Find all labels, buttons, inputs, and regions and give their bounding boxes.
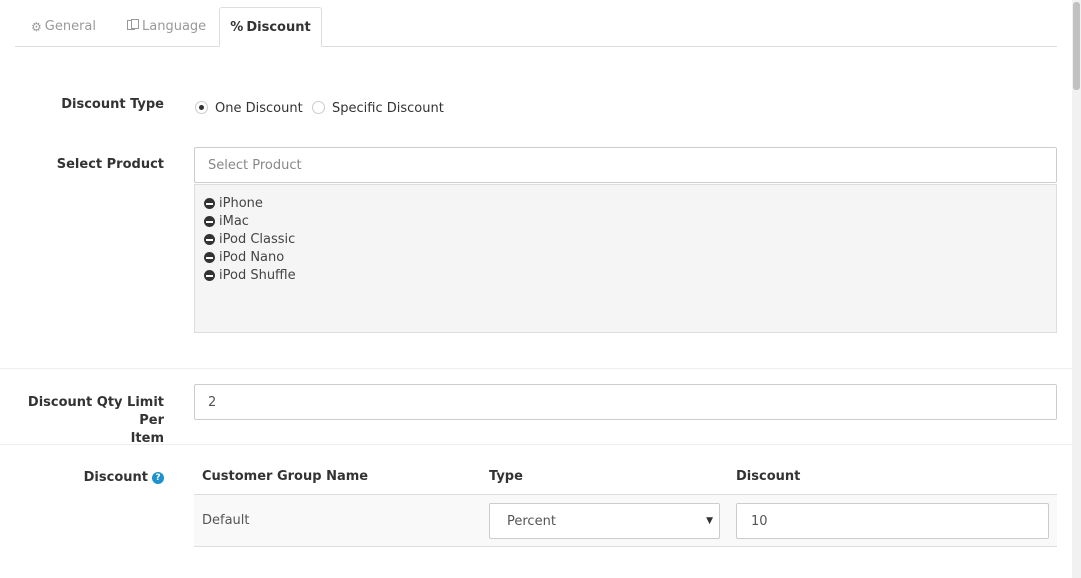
tab-language[interactable]: Language xyxy=(127,7,206,46)
discount-type-label: Discount Type xyxy=(61,97,164,112)
tab-discount[interactable]: % Discount xyxy=(219,7,322,47)
divider xyxy=(0,444,1072,445)
language-icon xyxy=(127,19,139,34)
tabs-divider xyxy=(15,46,1057,47)
tab-general-label: General xyxy=(44,19,96,34)
radio-button-checked[interactable] xyxy=(195,101,208,114)
product-name: iPhone xyxy=(219,195,263,211)
divider xyxy=(0,368,1072,369)
discount-label: Discount? xyxy=(20,470,164,485)
remove-icon[interactable] xyxy=(204,215,215,227)
tab-general[interactable]: ⚙ General xyxy=(31,7,96,46)
type-select-value: Percent xyxy=(507,513,556,529)
product-name: iPod Nano xyxy=(219,249,285,265)
chevron-down-icon: ▼ xyxy=(706,516,713,526)
radio-button[interactable] xyxy=(312,101,325,114)
radio-one-discount[interactable]: One Discount xyxy=(195,99,303,116)
list-item: iMac xyxy=(204,212,1047,230)
column-header-discount: Discount xyxy=(736,469,801,484)
gear-icon: ⚙ xyxy=(31,19,42,34)
tab-language-label: Language xyxy=(142,19,207,34)
qty-limit-input[interactable] xyxy=(194,384,1057,420)
qty-limit-label-line1: Discount Qty Limit Per xyxy=(27,395,164,428)
discount-label-text: Discount xyxy=(83,470,148,485)
list-item: iPod Shuffle xyxy=(204,266,1047,284)
percent-icon: % xyxy=(230,19,244,35)
product-name: iPod Shuffle xyxy=(219,267,296,283)
radio-one-discount-label: One Discount xyxy=(215,101,303,116)
qty-limit-label-line2: Item xyxy=(130,431,164,446)
list-item: iPod Classic xyxy=(204,230,1047,248)
product-name: iPod Classic xyxy=(219,231,296,247)
remove-icon[interactable] xyxy=(204,197,215,209)
type-select[interactable]: Percent ▼ xyxy=(489,503,720,539)
tab-discount-label: Discount xyxy=(246,19,311,35)
remove-icon[interactable] xyxy=(204,251,215,263)
remove-icon[interactable] xyxy=(204,233,215,245)
customer-group-cell: Default xyxy=(202,513,250,528)
selected-products-list: iPhone iMac iPod Classic iPod Nano iPod … xyxy=(194,184,1057,333)
list-item: iPod Nano xyxy=(204,248,1047,266)
scrollbar-thumb[interactable] xyxy=(1073,2,1080,90)
radio-specific-discount-label: Specific Discount xyxy=(332,101,444,116)
help-icon[interactable]: ? xyxy=(152,471,164,484)
remove-icon[interactable] xyxy=(204,269,215,281)
column-header-type: Type xyxy=(489,469,523,484)
column-header-customer-group: Customer Group Name xyxy=(202,469,369,484)
list-item: iPhone xyxy=(204,194,1047,212)
select-product-label: Select Product xyxy=(56,157,164,172)
radio-specific-discount[interactable]: Specific Discount xyxy=(312,99,444,116)
discount-value-input[interactable] xyxy=(736,503,1049,539)
product-name: iMac xyxy=(219,213,249,229)
qty-limit-label: Discount Qty Limit Per Item xyxy=(5,394,164,448)
select-product-input[interactable] xyxy=(194,147,1057,183)
